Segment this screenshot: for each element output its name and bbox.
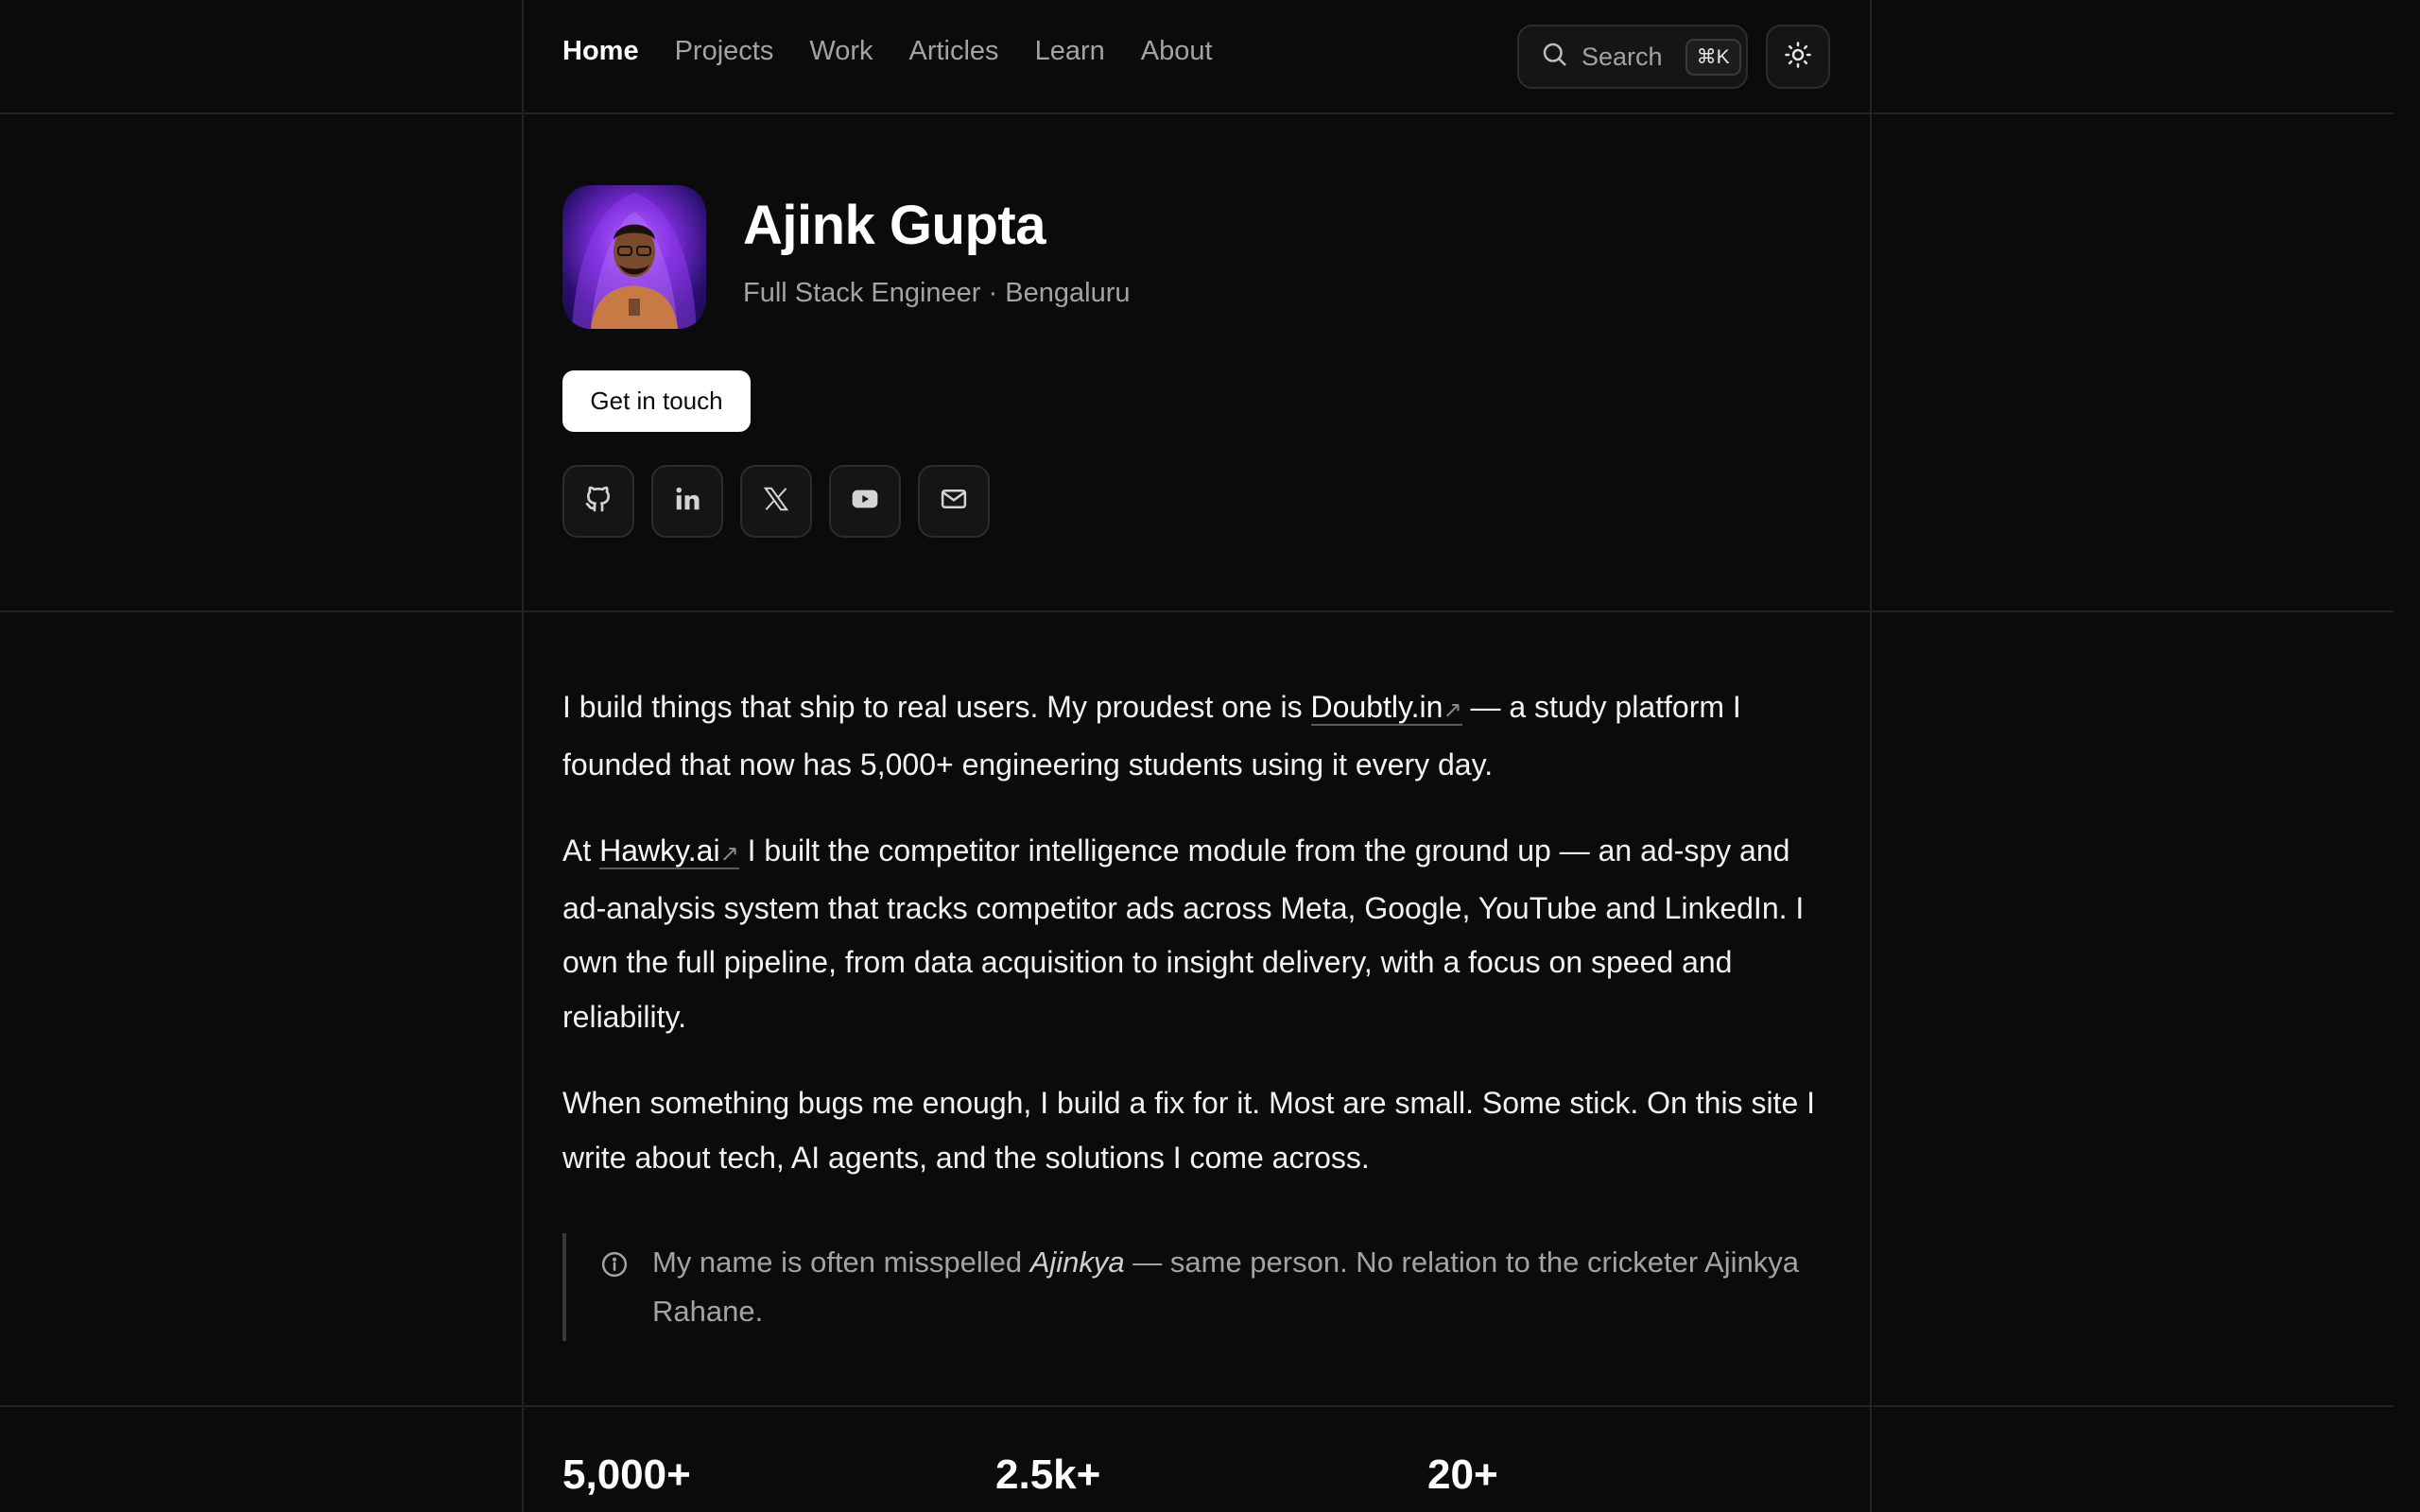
info-icon (600, 1245, 629, 1294)
top-navigation: Home Projects Work Articles Learn About … (562, 0, 1830, 112)
x-icon (762, 485, 790, 518)
layout-divider-left (522, 0, 524, 1512)
linkedin-link[interactable] (651, 465, 723, 538)
stats-divider (0, 1405, 2394, 1407)
theme-toggle-button[interactable] (1766, 25, 1830, 89)
misspelled-name: Ajinkya (1029, 1246, 1125, 1279)
nav-item-about[interactable]: About (1141, 36, 1213, 67)
bio-paragraph-2: At Hawky.ai↗ I built the competitor inte… (562, 833, 1805, 1034)
nav-item-projects[interactable]: Projects (675, 36, 774, 67)
bio-section: I build things that ship to real users. … (562, 680, 1839, 1217)
search-icon (1540, 40, 1568, 75)
sun-icon (1784, 41, 1812, 74)
youtube-link[interactable] (829, 465, 901, 538)
github-icon (583, 484, 614, 519)
mail-icon (940, 485, 968, 518)
github-link[interactable] (562, 465, 634, 538)
hawky-link[interactable]: Hawky.ai↗ (599, 833, 739, 869)
stat-third: 20+ (1427, 1452, 1498, 1498)
external-link-icon: ↗ (719, 841, 739, 867)
profile-subtitle: Full Stack Engineer · Bengaluru (743, 278, 1130, 309)
avatar (562, 185, 706, 329)
nav-item-learn[interactable]: Learn (1035, 36, 1105, 67)
external-link-icon: ↗ (1443, 697, 1462, 723)
x-link[interactable] (740, 465, 812, 538)
nav-item-home[interactable]: Home (562, 36, 639, 67)
doubtly-link[interactable]: Doubtly.in↗ (1310, 690, 1462, 726)
social-links (562, 465, 990, 538)
bio-paragraph-3: When something bugs me enough, I build a… (562, 1086, 1816, 1175)
profile-location: Bengaluru (1005, 278, 1131, 308)
header-divider (0, 112, 2394, 114)
subtitle-separator: · (988, 278, 998, 308)
profile-role: Full Stack Engineer (743, 278, 981, 308)
search-shortcut-badge: ⌘K (1685, 38, 1741, 76)
youtube-icon (850, 484, 880, 519)
linkedin-icon (673, 485, 701, 518)
get-in-touch-button[interactable]: Get in touch (562, 370, 751, 432)
stat-students: 5,000+ (562, 1452, 691, 1498)
bio-paragraph-1: I build things that ship to real users. … (562, 690, 1741, 782)
profile-divider (0, 610, 2394, 612)
layout-divider-right (1870, 0, 1872, 1512)
mail-link[interactable] (918, 465, 990, 538)
name-note-callout: My name is often misspelled Ajinkya — sa… (562, 1233, 1829, 1341)
nav-item-articles[interactable]: Articles (908, 36, 998, 67)
search-button[interactable]: Search ⌘K (1517, 25, 1748, 89)
search-label: Search (1582, 42, 1663, 71)
nav-item-work[interactable]: Work (809, 36, 873, 67)
stat-second: 2.5k+ (995, 1452, 1101, 1498)
profile-name: Ajink Gupta (743, 195, 1046, 256)
nav-links: Home Projects Work Articles Learn About (562, 36, 1213, 67)
